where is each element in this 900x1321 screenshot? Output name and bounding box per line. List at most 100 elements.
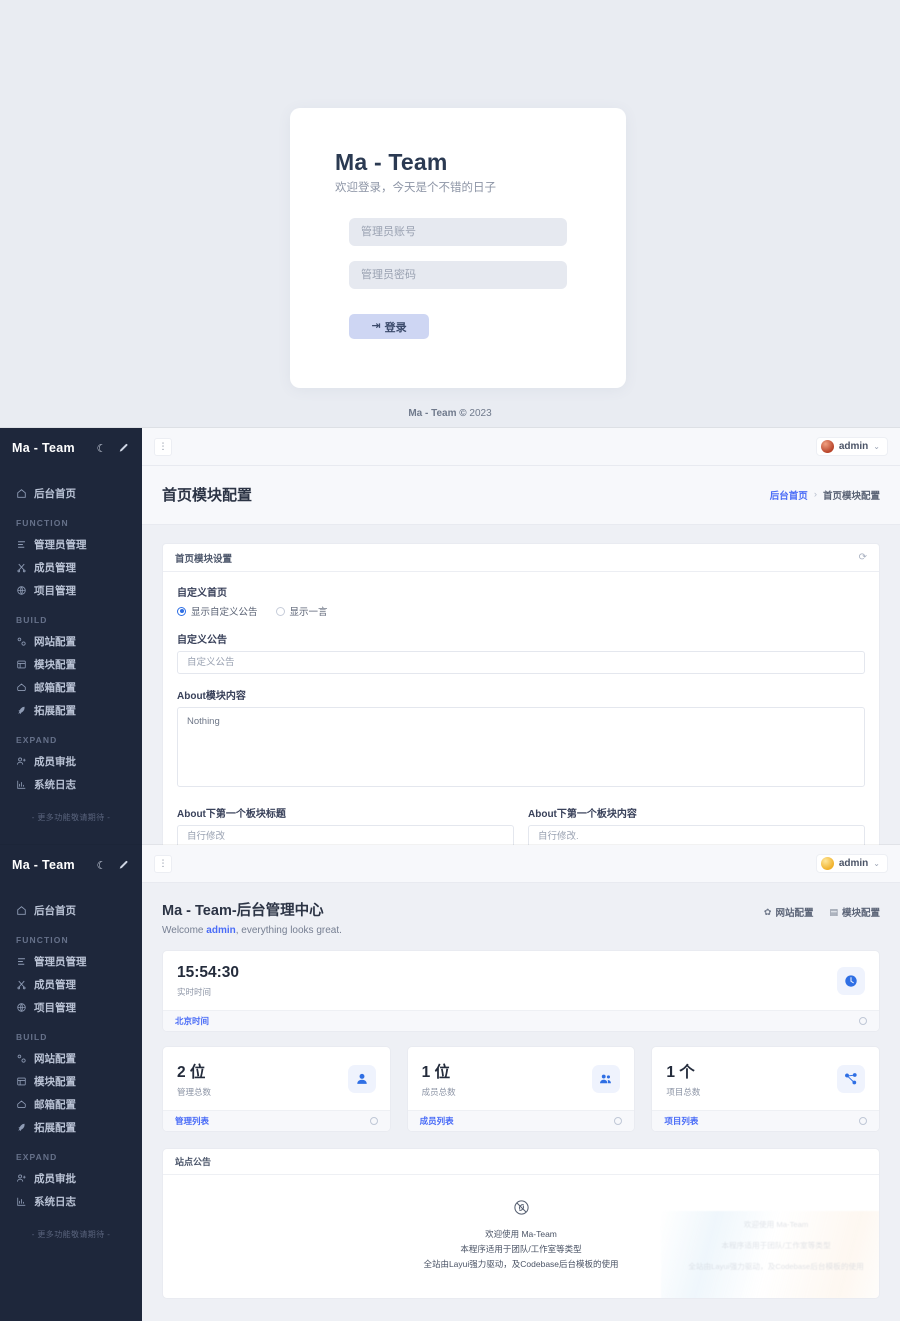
login-button[interactable]: ⇥ 登录	[349, 314, 429, 339]
gear-dot-icon	[16, 636, 27, 647]
sidebar-item-label: 邮箱配置	[34, 682, 76, 694]
circle-arrow-icon[interactable]	[859, 1117, 868, 1125]
sidebar-item-label: 项目管理	[34, 1002, 76, 1014]
circle-arrow-icon[interactable]	[859, 1017, 867, 1025]
stat-value: 1 个	[666, 1064, 695, 1081]
welcome-suffix: , everything looks great.	[235, 925, 342, 936]
stat-card-projects: 1 个 项目总数 项目列表	[651, 1046, 881, 1132]
sidebar-footer-note: - 更多功能敬请期待 -	[31, 1230, 111, 1239]
block1-title-label: About下第一个板块标题	[177, 809, 286, 820]
sidebar-item-admin-mgmt[interactable]: 管理员管理	[0, 950, 142, 973]
block1-body-input[interactable]	[528, 825, 865, 845]
vertical-dots-icon[interactable]: ⋮	[154, 437, 172, 456]
sidebar-item-project-mgmt[interactable]: 项目管理	[0, 579, 142, 602]
about-content-textarea[interactable]: Nothing	[177, 707, 865, 787]
pen-icon[interactable]	[115, 441, 130, 456]
radio-indicator	[177, 606, 186, 616]
sidebar-item-member-approval[interactable]: 成员审批	[0, 1167, 142, 1190]
sidebar-item-extend-config[interactable]: 拓展配置	[0, 699, 142, 722]
welcome-user-link[interactable]: admin	[206, 925, 235, 936]
vertical-dots-icon[interactable]: ⋮	[154, 854, 172, 873]
sidebar-item-member-approval[interactable]: 成员审批	[0, 750, 142, 773]
user-menu[interactable]: admin ⌄	[815, 437, 888, 456]
quicklink-module-config[interactable]: ▤ 模块配置	[829, 905, 880, 920]
sidebar-item-label: 后台首页	[34, 905, 76, 917]
dashboard-body: 15:54:30 实时时间 北京时间 2 位 管理总数 管理列表 1 位 成员总…	[142, 950, 900, 1317]
quicklink-label: 模块配置	[841, 908, 880, 919]
custom-notice-input[interactable]	[177, 651, 865, 674]
sidebar-item-module-config[interactable]: 模块配置	[0, 1070, 142, 1093]
scissors-icon	[16, 562, 27, 573]
sidebar-item-site-config[interactable]: 网站配置	[0, 630, 142, 653]
circle-arrow-icon[interactable]	[369, 1117, 378, 1125]
sidebar-item-label: 成员审批	[34, 756, 76, 768]
list-icon	[16, 539, 27, 550]
sidebar-group-expand: EXPAND	[16, 735, 58, 745]
sidebar-item-label: 成员管理	[34, 562, 76, 574]
site-notice-line-2: 本程序适用于团队/工作室等类型	[460, 1243, 582, 1254]
user-name-label: admin	[838, 441, 869, 452]
breadcrumb-home-link[interactable]: 后台首页	[770, 488, 808, 502]
user-menu[interactable]: admin ⌄	[815, 854, 888, 873]
pen-icon[interactable]	[115, 858, 130, 873]
sidebar-brand-label: Ma - Team	[12, 858, 75, 872]
sidebar-item-label: 网站配置	[34, 1053, 76, 1065]
login-screen: Ma - Team 欢迎登录，今天是个不错的日子 ⇥ 登录 Ma - Team …	[0, 0, 900, 428]
login-footer-year: 2023	[469, 408, 492, 419]
radio-show-custom-notice[interactable]: 显示自定义公告	[177, 604, 258, 618]
login-subtitle: 欢迎登录，今天是个不错的日子	[335, 182, 496, 194]
dashboard-content: ⋮ admin ⌄ Ma - Team-后台管理中心 Welcome admin…	[142, 845, 900, 1321]
sidebar-item-label: 成员审批	[34, 1173, 76, 1185]
sidebar-item-mail-config[interactable]: 邮箱配置	[0, 676, 142, 699]
site-notice-body: 欢迎使用 Ma-Team 本程序适用于团队/工作室等类型 全站由Layui强力驱…	[163, 1175, 879, 1298]
user-icon	[347, 1065, 376, 1093]
sidebar-item-site-config[interactable]: 网站配置	[0, 1047, 142, 1070]
sidebar-item-member-mgmt[interactable]: 成员管理	[0, 556, 142, 579]
moon-icon[interactable]: ☾	[94, 441, 109, 456]
stat-footer-link[interactable]: 管理列表	[175, 1115, 209, 1127]
sidebar-item-member-mgmt[interactable]: 成员管理	[0, 973, 142, 996]
refresh-icon[interactable]: ⟳	[859, 552, 867, 563]
quicklink-label: 网站配置	[775, 908, 814, 919]
circle-arrow-icon[interactable]	[614, 1117, 623, 1125]
sidebar-item-label: 拓展配置	[34, 1122, 76, 1134]
sidebar-group-build: BUILD	[16, 1032, 48, 1042]
sidebar-item-extend-config[interactable]: 拓展配置	[0, 1116, 142, 1139]
list-icon	[16, 956, 27, 967]
block-fields-row: About下第一个板块标题 About下第一个板块内容	[177, 805, 865, 845]
moon-icon[interactable]: ☾	[94, 858, 109, 873]
sidebar-item-home[interactable]: 后台首页	[0, 482, 142, 505]
mail-icon	[16, 682, 27, 693]
sidebar-item-mail-config[interactable]: 邮箱配置	[0, 1093, 142, 1116]
sidebar-item-admin-mgmt[interactable]: 管理员管理	[0, 533, 142, 556]
module-config-screen: Ma - Team ☾ 后台首页 FUNCTION 管理员管理 成员管理 项目管…	[0, 428, 900, 845]
sidebar-item-system-log[interactable]: 系统日志	[0, 773, 142, 796]
sidebar-item-label: 管理员管理	[34, 956, 87, 968]
home-icon	[16, 905, 27, 916]
sidebar-item-label: 成员管理	[34, 979, 76, 991]
password-input[interactable]	[349, 261, 567, 289]
home-icon	[16, 488, 27, 499]
radio-show-hitokoto[interactable]: 显示一言	[275, 604, 328, 618]
globe-icon	[16, 1002, 27, 1013]
login-title: Ma - Team	[335, 149, 448, 175]
user-plus-icon	[16, 756, 27, 767]
block1-title-input[interactable]	[177, 825, 514, 845]
stat-footer-link[interactable]: 项目列表	[664, 1115, 698, 1127]
sidebar-item-system-log[interactable]: 系统日志	[0, 1190, 142, 1213]
sidebar-group-function: FUNCTION	[16, 518, 69, 528]
breadcrumb-current: 首页模块配置	[822, 490, 880, 502]
sidebar-item-module-config[interactable]: 模块配置	[0, 653, 142, 676]
breadcrumb: 后台首页 › 首页模块配置	[770, 488, 880, 502]
sidebar-item-label: 模块配置	[34, 659, 76, 671]
chevron-down-icon: ⌄	[873, 442, 880, 451]
stat-footer-link[interactable]: 成员列表	[420, 1115, 454, 1127]
sidebar-item-home[interactable]: 后台首页	[0, 899, 142, 922]
sidebar-item-label: 邮箱配置	[34, 1099, 76, 1111]
username-input[interactable]	[349, 218, 567, 246]
page-header: 首页模块配置 后台首页 › 首页模块配置	[142, 466, 900, 525]
sidebar-item-project-mgmt[interactable]: 项目管理	[0, 996, 142, 1019]
grid-icon	[16, 1076, 27, 1087]
clock-footer-link[interactable]: 北京时间	[175, 1015, 209, 1027]
quicklink-site-config[interactable]: ✿ 网站配置	[764, 905, 814, 920]
